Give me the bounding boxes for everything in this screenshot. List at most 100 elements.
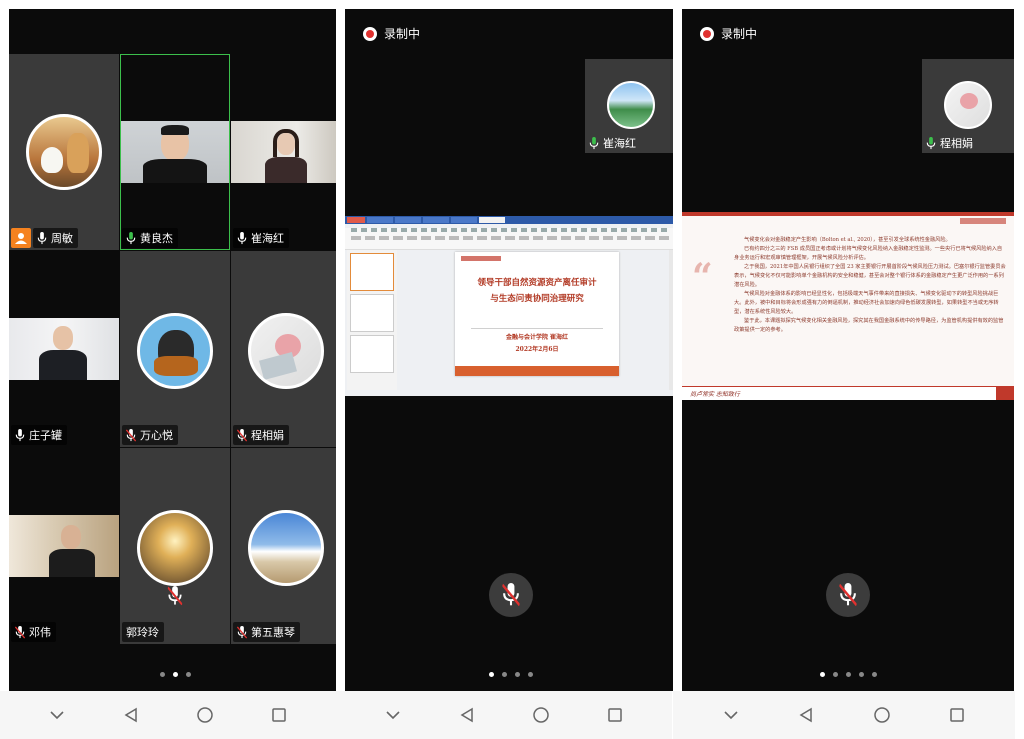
participant-name: 程相娟: [251, 429, 284, 442]
ribbon-toolbar: [345, 228, 677, 250]
page-dot[interactable]: [528, 672, 533, 677]
mic-muted-icon: [839, 583, 857, 607]
self-video-tile[interactable]: 崔海红: [585, 59, 677, 153]
mute-button[interactable]: [826, 573, 870, 617]
page-dot-active[interactable]: [819, 672, 825, 677]
recents-button[interactable]: [259, 695, 299, 735]
page-indicator[interactable]: [9, 672, 341, 677]
back-button[interactable]: [447, 695, 487, 735]
page-dot[interactable]: [858, 672, 864, 677]
mic-icon: [926, 137, 936, 150]
participant-avatar: [137, 510, 213, 586]
shared-screen[interactable]: 领导干部自然资源资产离任审计 与生态问责协同治理研究 金融与会计学院 崔海红 2…: [345, 216, 677, 396]
recents-button[interactable]: [595, 695, 635, 735]
participant-tile[interactable]: 庄子罐: [9, 251, 119, 447]
home-button[interactable]: [862, 695, 902, 735]
participant-avatar: [607, 81, 655, 129]
back-button[interactable]: [111, 695, 151, 735]
phone-screen-share-ppt: 录制中 崔海红 领导干部自然资源资产离任审计 与生态问责协同治理研究 金融与会计…: [336, 0, 677, 739]
mic-muted-icon: [237, 429, 247, 442]
slide-paragraph: 气候变化会对金融稳定产生影响（Bolton et al., 2020），甚至引发…: [744, 237, 951, 243]
screen-share-view: 录制中 程相娟 “ 气候变化会对金融稳定产生影响（Bolton et al., …: [682, 9, 1014, 691]
slide-footer-bar: [455, 366, 619, 376]
page-dot-active[interactable]: [172, 672, 178, 677]
page-dot-active[interactable]: [489, 672, 494, 677]
page-dot[interactable]: [502, 672, 507, 677]
chevron-down-icon[interactable]: [37, 695, 77, 735]
chevron-down-icon[interactable]: [711, 695, 751, 735]
participant-name: 郭玲玲: [126, 626, 159, 639]
android-nav-bar: [673, 691, 1015, 739]
participant-name-tag: 崔海红: [585, 133, 641, 153]
phone-screen-gallery: 周敏 黄良杰 崔海红 庄子罐 万心悦 程相娟 邓伟 郭玲玲 第五惠琴: [0, 0, 341, 739]
participant-name-tag: 程相娟: [922, 133, 978, 153]
page-dot[interactable]: [159, 672, 165, 677]
participant-tile[interactable]: 郭玲玲: [120, 448, 230, 644]
slide-title: 领导干部自然资源资产离任审计: [477, 278, 597, 288]
page-dot[interactable]: [871, 672, 877, 677]
participant-name-tag: 黄良杰: [122, 228, 178, 248]
participant-avatar: [248, 510, 324, 586]
participant-name: 邓伟: [29, 626, 51, 639]
page-dot[interactable]: [515, 672, 520, 677]
slide-paragraph: 之于我国，2021年中国人民银行组织了全国 23 家主要银行开展首阶段气候风险压…: [734, 264, 1006, 288]
page-indicator[interactable]: [682, 672, 1014, 677]
participant-name-tag: 周敏: [33, 228, 78, 248]
page-dot[interactable]: [845, 672, 851, 677]
participant-tile[interactable]: 程相娟: [231, 251, 341, 447]
page-dot[interactable]: [185, 672, 191, 677]
self-video-tile[interactable]: 程相娟: [922, 59, 1014, 153]
mute-button[interactable]: [489, 573, 533, 617]
participant-name-tag: 邓伟: [11, 622, 56, 642]
recording-indicator: 录制中: [700, 25, 757, 42]
recents-button[interactable]: [937, 695, 977, 735]
android-nav-bar: [336, 691, 672, 739]
participant-name-tag: 程相娟: [233, 425, 289, 445]
slide-body: 气候变化会对金融稳定产生影响（Bolton et al., 2020），甚至引发…: [734, 236, 1006, 335]
participant-tile[interactable]: 崔海红: [231, 54, 341, 250]
participant-name: 程相娟: [940, 137, 973, 150]
participant-name: 周敏: [51, 232, 73, 245]
gallery-view: 周敏 黄良杰 崔海红 庄子罐 万心悦 程相娟 邓伟 郭玲玲 第五惠琴: [9, 9, 341, 691]
record-icon: [363, 26, 377, 41]
back-button[interactable]: [786, 695, 826, 735]
school-logo: [960, 218, 1006, 224]
participant-video: [231, 121, 341, 183]
slide-author: 金融与会计学院 崔海红: [505, 334, 569, 341]
participant-name: 黄良杰: [140, 232, 173, 245]
mic-muted-icon: [126, 429, 136, 442]
page-indicator[interactable]: [345, 672, 677, 677]
mic-icon: [37, 232, 47, 245]
chevron-down-icon[interactable]: [373, 695, 413, 735]
participant-tile[interactable]: 周敏: [9, 54, 119, 250]
shared-slide[interactable]: “ 气候变化会对金融稳定产生影响（Bolton et al., 2020），甚至…: [682, 212, 1014, 400]
recording-indicator: 录制中: [363, 25, 420, 42]
participant-tile[interactable]: 万心悦: [120, 251, 230, 447]
slide-subtitle: 与生态问责协同治理研究: [490, 294, 584, 304]
slide-page-badge: [996, 386, 1014, 400]
participant-name-tag: 郭玲玲: [122, 622, 164, 642]
slide-paragraph: 气候风险对金融体系的影响已经显性化，包括极端天气事件带来的直接损失、气候变化驱动…: [734, 291, 999, 315]
mic-icon: [15, 429, 25, 442]
current-slide: 领导干部自然资源资产离任审计 与生态问责协同治理研究 金融与会计学院 崔海红 2…: [455, 252, 619, 376]
mic-muted-icon: [237, 626, 247, 639]
participant-video: [9, 318, 119, 380]
participant-tile[interactable]: 邓伟: [9, 448, 119, 644]
slide-paragraph: 已有约四分之三的 FSB 成员国正考虑或计划将气候变化风险纳入金融稳定性监测。一…: [734, 246, 1003, 261]
record-icon: [700, 26, 714, 41]
home-button[interactable]: [521, 695, 561, 735]
recording-label: 录制中: [721, 27, 758, 41]
participant-name-tag: 崔海红: [233, 228, 289, 248]
mic-icon: [237, 232, 247, 245]
home-button[interactable]: [185, 695, 225, 735]
participant-tile[interactable]: 第五惠琴: [231, 448, 341, 644]
mic-icon: [589, 137, 599, 150]
participant-tile-active-speaker[interactable]: 黄良杰: [120, 54, 230, 250]
participant-avatar: [944, 81, 992, 129]
page-dot[interactable]: [832, 672, 838, 677]
slide-paragraph: 鉴于此，本课题拟探究气候变化相关金融风险，探究其在我国金融系统中的传导路径，为监…: [734, 318, 1004, 333]
slide-thumbnails[interactable]: [347, 250, 397, 390]
android-nav-bar: [0, 691, 336, 739]
mic-icon: [126, 232, 136, 245]
participant-name: 第五惠琴: [251, 626, 295, 639]
